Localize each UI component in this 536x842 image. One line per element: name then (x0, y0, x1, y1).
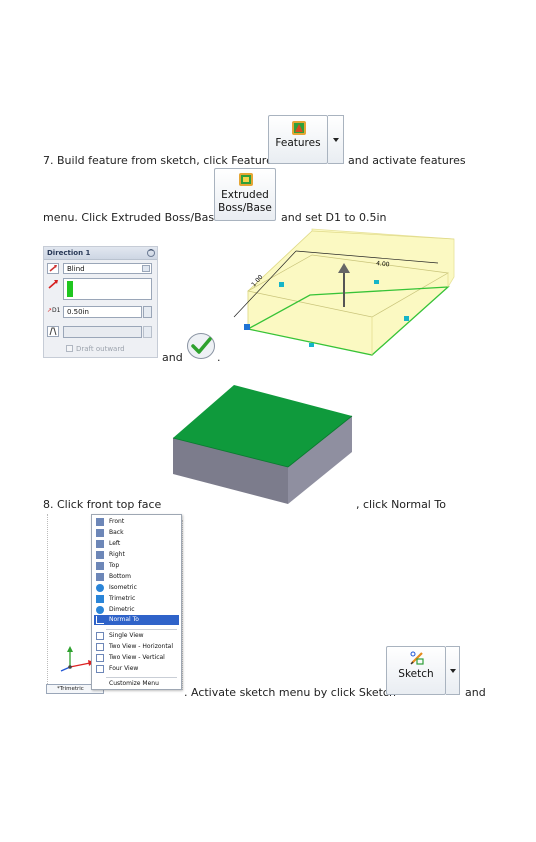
step7-text-a: 7. Build feature from sketch, click Feat… (43, 154, 279, 167)
features-button[interactable]: Features (268, 115, 328, 164)
handle-top[interactable] (374, 280, 379, 284)
view-orientation-menu: Front Back Left Right Top Bottom Isometr… (91, 514, 182, 690)
sketch-icon (410, 651, 424, 665)
step8-text-d: and (465, 686, 486, 699)
menu-item-trimetric[interactable]: Trimetric (94, 594, 179, 604)
menu-item-left[interactable]: Left (94, 539, 179, 549)
isometric-view-icon (96, 584, 104, 592)
origin-marker (244, 324, 250, 330)
extruded-boss-base-button[interactable]: Extruded Boss/Base (214, 168, 276, 221)
menu-item-bottom[interactable]: Bottom (94, 572, 179, 582)
graphics-area-divider (182, 520, 184, 690)
sketch-dropdown-arrow[interactable] (446, 646, 460, 695)
extruded-label-line1: Extruded (221, 189, 269, 201)
ok-check-icon[interactable] (186, 332, 216, 360)
menu-item-dimetric[interactable]: Dimetric (94, 605, 179, 615)
depth-spinner[interactable] (143, 306, 152, 318)
selection-indicator (67, 281, 73, 297)
single-view-icon (96, 632, 104, 640)
current-view-label: *Trimetric (57, 686, 84, 692)
reverse-direction-icon[interactable] (47, 263, 59, 274)
features-dropdown-arrow[interactable] (328, 115, 344, 164)
menu-item-normal-to[interactable]: Normal To (94, 615, 179, 625)
depth-value: 0.50in (67, 308, 89, 316)
chevron-down-icon (142, 265, 150, 272)
end-condition-select[interactable]: Blind (63, 263, 152, 274)
left-view-icon (96, 540, 104, 548)
handle-left[interactable] (279, 282, 284, 287)
two-view-vertical-icon (96, 654, 104, 662)
four-view-icon (96, 665, 104, 673)
step8-text-c: . Activate sketch menu by click Sketch (184, 686, 396, 699)
draft-spinner[interactable] (143, 326, 152, 338)
end-condition-value: Blind (67, 265, 85, 273)
extruded-boss-icon (239, 173, 253, 186)
menu-separator (106, 629, 177, 630)
menu-item-two-view-horizontal[interactable]: Two View - Horizontal (94, 642, 179, 652)
extruded-label-line2: Boss/Base (218, 202, 272, 214)
front-view-icon (96, 518, 104, 526)
menu-item-four-view[interactable]: Four View (94, 664, 179, 674)
step7-text-d: and set D1 to 0.5in (281, 211, 387, 224)
step7-text-c: menu. Click Extruded Boss/Base (43, 211, 221, 224)
depth-input[interactable]: 0.50in (63, 306, 142, 318)
handle-bottom[interactable] (309, 343, 314, 347)
menu-item-top[interactable]: Top (94, 561, 179, 571)
draft-outward-checkbox[interactable] (66, 345, 73, 352)
sketch-label: Sketch (398, 668, 434, 680)
ok-connector-text: and (162, 351, 183, 364)
handle-right[interactable] (404, 316, 409, 321)
sketch-button[interactable]: Sketch (386, 646, 446, 695)
panel-header: Direction 1 ^ (44, 247, 157, 260)
menu-item-isometric[interactable]: Isometric (94, 583, 179, 593)
bottom-view-icon (96, 573, 104, 581)
dimetric-view-icon (96, 606, 104, 614)
two-view-horizontal-icon (96, 643, 104, 651)
menu-separator (106, 677, 177, 678)
dimension-top-label: 4.00 (376, 260, 390, 268)
step8-text-a: 8. Click front top face (43, 498, 162, 511)
features-label: Features (275, 137, 321, 149)
menu-item-back[interactable]: Back (94, 528, 179, 538)
menu-item-two-view-vertical[interactable]: Two View - Vertical (94, 653, 179, 663)
step7-text-b: and activate features (348, 154, 466, 167)
menu-item-customize[interactable]: Customize Menu (94, 679, 179, 689)
right-view-icon (96, 551, 104, 559)
step8-text-b: , click Normal To (356, 498, 446, 511)
direction-reference-field[interactable] (63, 278, 152, 300)
depth-icon: ↗D1 (47, 307, 61, 314)
collapse-icon[interactable]: ^ (147, 249, 155, 257)
features-icon (292, 121, 306, 135)
draft-outward-label: Draft outward (76, 345, 125, 353)
d1-label: D1 (52, 307, 61, 314)
menu-item-front[interactable]: Front (94, 517, 179, 527)
draft-toggle-icon[interactable] (47, 326, 59, 337)
extrude-preview-model: 4.00 1.00 (233, 228, 455, 356)
trimetric-view-icon (96, 595, 104, 603)
extruded-block (172, 385, 353, 504)
menu-item-right[interactable]: Right (94, 550, 179, 560)
draft-angle-input[interactable] (63, 326, 142, 338)
ok-period-text: . (217, 351, 221, 364)
menu-item-single-view[interactable]: Single View (94, 631, 179, 641)
direction-1-panel: Direction 1 ^ Blind ↗D1 0.50in Draft out… (43, 246, 158, 358)
normal-to-icon (96, 616, 104, 624)
back-view-icon (96, 529, 104, 537)
direction-arrow-icon (48, 280, 58, 289)
graphics-area-edge (47, 514, 50, 692)
top-view-icon (96, 562, 104, 570)
panel-header-label: Direction 1 (47, 249, 91, 257)
